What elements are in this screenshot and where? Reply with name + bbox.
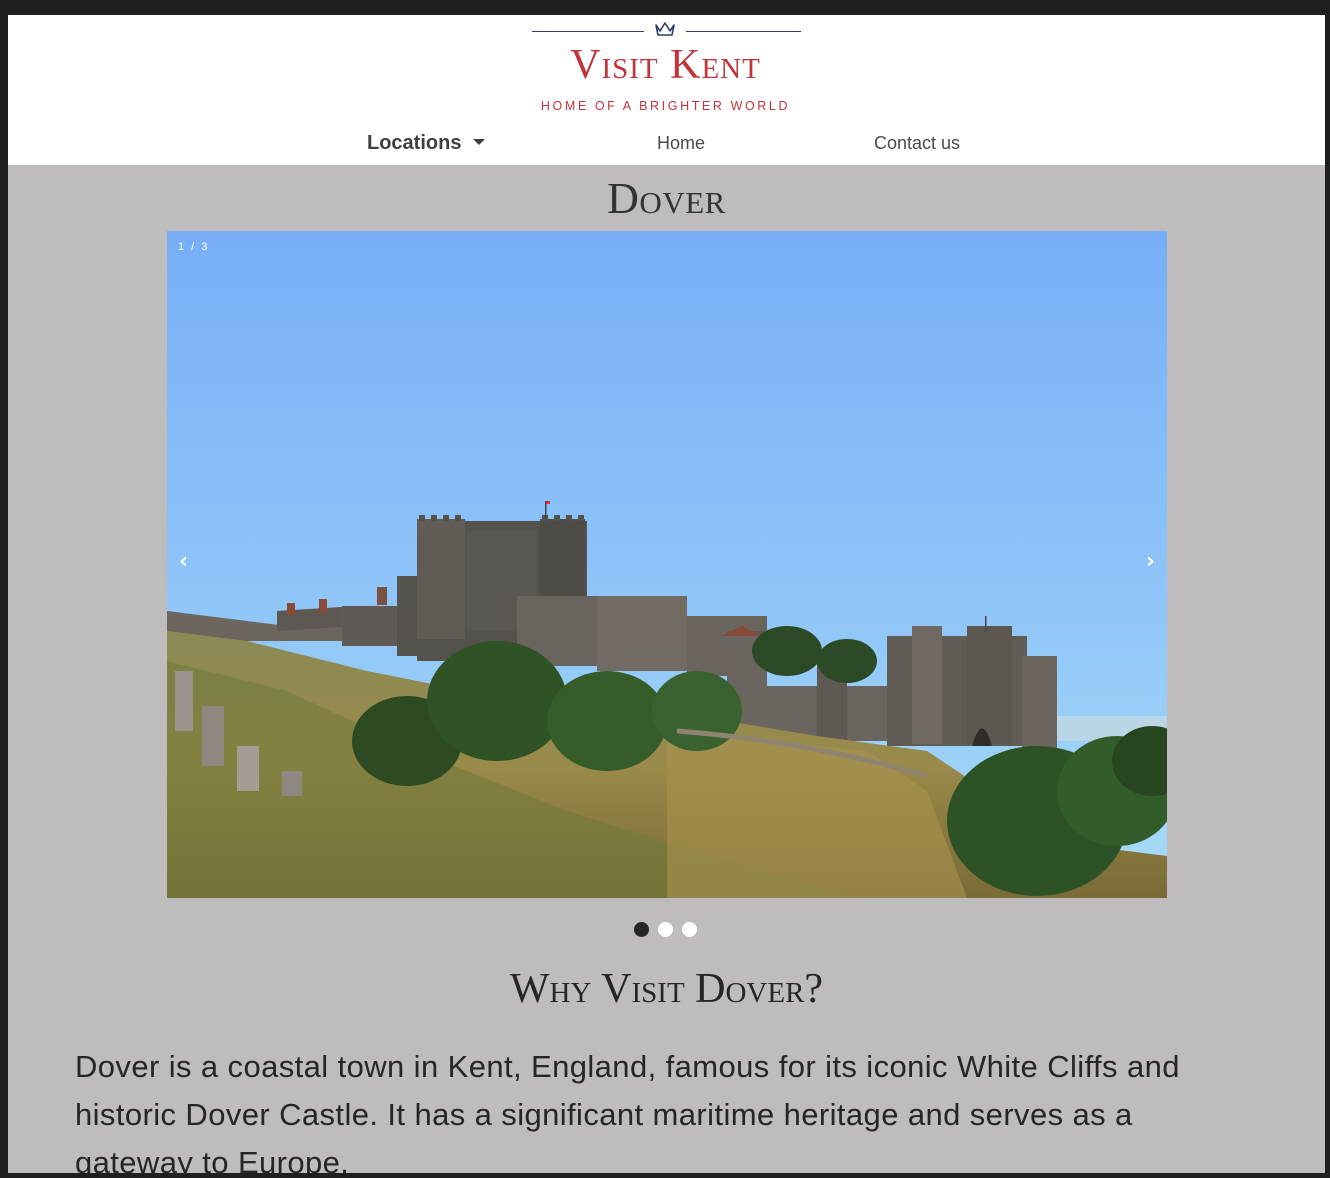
site-logo[interactable]: Visit Kent HOME OF A BRIGHTER WORLD (528, 18, 803, 118)
site-header: Visit Kent HOME OF A BRIGHTER WORLD Loca… (8, 15, 1325, 165)
nav-locations-label: Locations (367, 132, 462, 154)
browser-viewport: Visit Kent HOME OF A BRIGHTER WORLD Loca… (8, 15, 1325, 1173)
description-paragraph: Dover is a coastal town in Kent, England… (75, 1049, 1180, 1173)
page-title: Dover (607, 174, 726, 223)
carousel-indicators (634, 922, 704, 938)
logo-rule-left (532, 31, 644, 32)
section-heading: Why Visit Dover? (509, 966, 824, 1012)
chevron-down-icon (473, 138, 486, 145)
carousel-next-button[interactable]: › (1146, 549, 1155, 574)
carousel-dot-2[interactable] (658, 922, 673, 937)
dover-castle-photo (167, 231, 1167, 898)
nav-contact-link[interactable]: Contact us (874, 133, 960, 154)
logo-tagline: HOME OF A BRIGHTER WORLD (540, 99, 791, 113)
carousel-dot-3[interactable] (682, 922, 697, 937)
carousel-dot-1[interactable] (634, 922, 649, 937)
logo-rule-right (686, 31, 801, 32)
main-nav: Locations Home Contact us (8, 127, 1325, 163)
crown-icon (655, 22, 675, 36)
nav-home-link[interactable]: Home (657, 133, 705, 154)
logo-title: Visit Kent (570, 42, 761, 88)
image-carousel[interactable]: 1 / 3 ‹ › (167, 231, 1167, 898)
carousel-prev-button[interactable]: ‹ (179, 549, 188, 574)
slide-counter: 1 / 3 (178, 241, 210, 253)
nav-locations-dropdown[interactable]: Locations (367, 132, 486, 155)
